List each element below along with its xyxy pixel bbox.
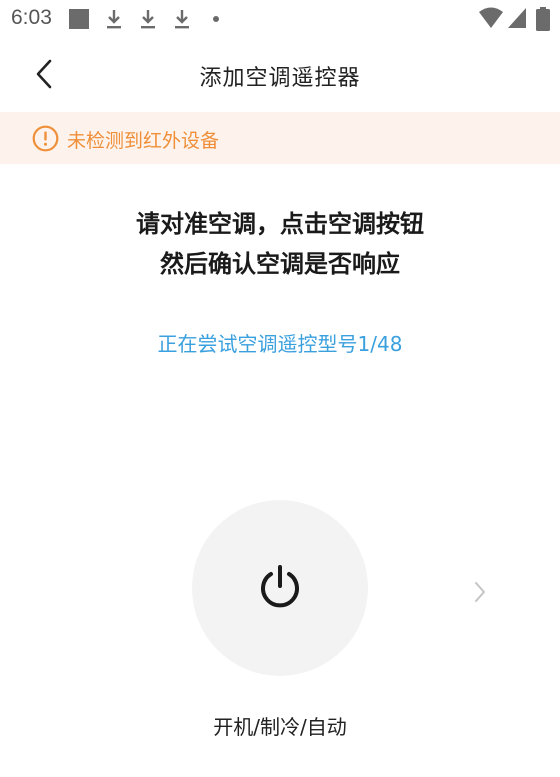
header: 添加空调遥控器 xyxy=(0,38,560,112)
status-bar: 6:03 xyxy=(0,0,560,38)
instruction-line-1: 请对准空调，点击空调按钮 xyxy=(136,210,424,238)
power-mode-label: 开机/制冷/自动 xyxy=(213,715,347,739)
battery-icon xyxy=(536,7,550,31)
status-time: 6:03 xyxy=(11,6,52,29)
warning-banner: 未检测到红外设备 xyxy=(0,112,560,164)
signal-icon xyxy=(508,8,526,28)
instructions: 请对准空调，点击空调按钮 然后确认空调是否响应 xyxy=(0,204,560,284)
warning-text: 未检测到红外设备 xyxy=(67,130,220,152)
download-icon xyxy=(107,10,121,29)
download-icon xyxy=(175,10,189,29)
instruction-line-2: 然后确认空调是否响应 xyxy=(160,250,400,278)
trying-model-text: 正在尝试空调遥控型号1/48 xyxy=(157,332,403,356)
download-icon xyxy=(141,10,155,29)
chevron-right-icon xyxy=(475,582,485,602)
page-title: 添加空调遥控器 xyxy=(199,66,361,91)
notification-square-icon xyxy=(69,9,89,29)
exclamation-circle-icon xyxy=(32,125,59,152)
more-dot-icon xyxy=(213,16,219,22)
power-icon xyxy=(261,565,299,608)
power-button[interactable] xyxy=(192,500,368,676)
wifi-icon xyxy=(479,7,503,28)
next-button[interactable] xyxy=(466,578,494,606)
